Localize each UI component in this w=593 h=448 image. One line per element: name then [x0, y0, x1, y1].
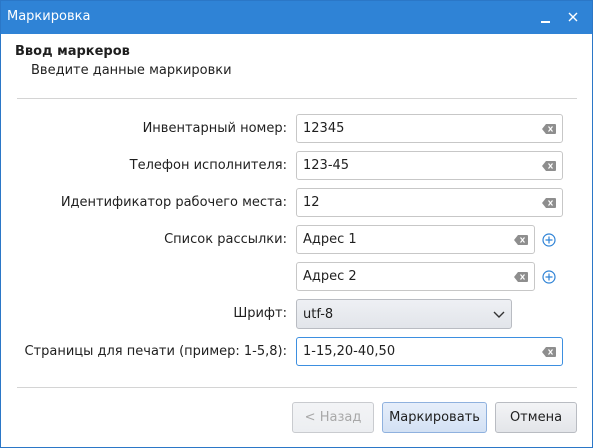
phone-value: 123-45 — [303, 158, 350, 173]
title-bar[interactable]: Маркировка — [1, 1, 592, 34]
add-address-plus-icon[interactable] — [542, 233, 556, 247]
header-divider — [17, 98, 577, 99]
add-address-plus-icon[interactable] — [542, 270, 556, 284]
workplace-value: 12 — [303, 195, 320, 210]
font-value: utf-8 — [303, 307, 334, 322]
clear-icon[interactable] — [514, 235, 528, 245]
workplace-field[interactable]: 12 — [296, 188, 563, 217]
mailing-address-field[interactable]: Адрес 2 — [296, 262, 535, 291]
mailing-address-value: Адрес 2 — [303, 269, 357, 284]
mark-button[interactable]: Маркировать — [382, 402, 487, 433]
clear-icon[interactable] — [542, 198, 556, 208]
dialog-window: Маркировка Ввод маркеров Введите данные … — [0, 0, 593, 448]
minimize-button[interactable] — [534, 6, 556, 28]
clear-icon[interactable] — [514, 272, 528, 282]
clear-icon[interactable] — [542, 161, 556, 171]
mailing-address-field[interactable]: Адрес 1 — [296, 225, 535, 254]
clear-icon[interactable] — [542, 347, 556, 357]
minimize-icon — [540, 21, 550, 23]
chevron-down-icon — [493, 311, 505, 318]
phone-field[interactable]: 123-45 — [296, 151, 563, 180]
inventory-value: 12345 — [303, 121, 345, 136]
back-button[interactable]: < Назад — [292, 402, 374, 433]
close-button[interactable] — [562, 6, 584, 28]
clear-icon[interactable] — [542, 124, 556, 134]
workplace-label: Идентификатор рабочего места: — [60, 195, 287, 210]
font-select[interactable]: utf-8 — [296, 299, 512, 329]
pages-label: Страницы для печати (пример: 1-5,8): — [24, 344, 287, 359]
page-title: Ввод маркеров — [15, 44, 130, 59]
cancel-button[interactable]: Отмена — [495, 402, 577, 433]
page-subtitle: Введите данные маркировки — [31, 63, 232, 78]
pages-value: 1-15,20-40,50 — [303, 344, 396, 359]
mailing-label: Список рассылки: — [164, 232, 287, 247]
mailing-address-value: Адрес 1 — [303, 232, 357, 247]
footer-divider — [17, 387, 577, 388]
font-label: Шрифт: — [233, 306, 287, 321]
window-title: Маркировка — [7, 9, 91, 24]
phone-label: Телефон исполнителя: — [129, 158, 287, 173]
inventory-field[interactable]: 12345 — [296, 114, 563, 143]
pages-field[interactable]: 1-15,20-40,50 — [296, 337, 563, 366]
close-icon — [568, 12, 578, 22]
inventory-label: Инвентарный номер: — [142, 121, 287, 136]
